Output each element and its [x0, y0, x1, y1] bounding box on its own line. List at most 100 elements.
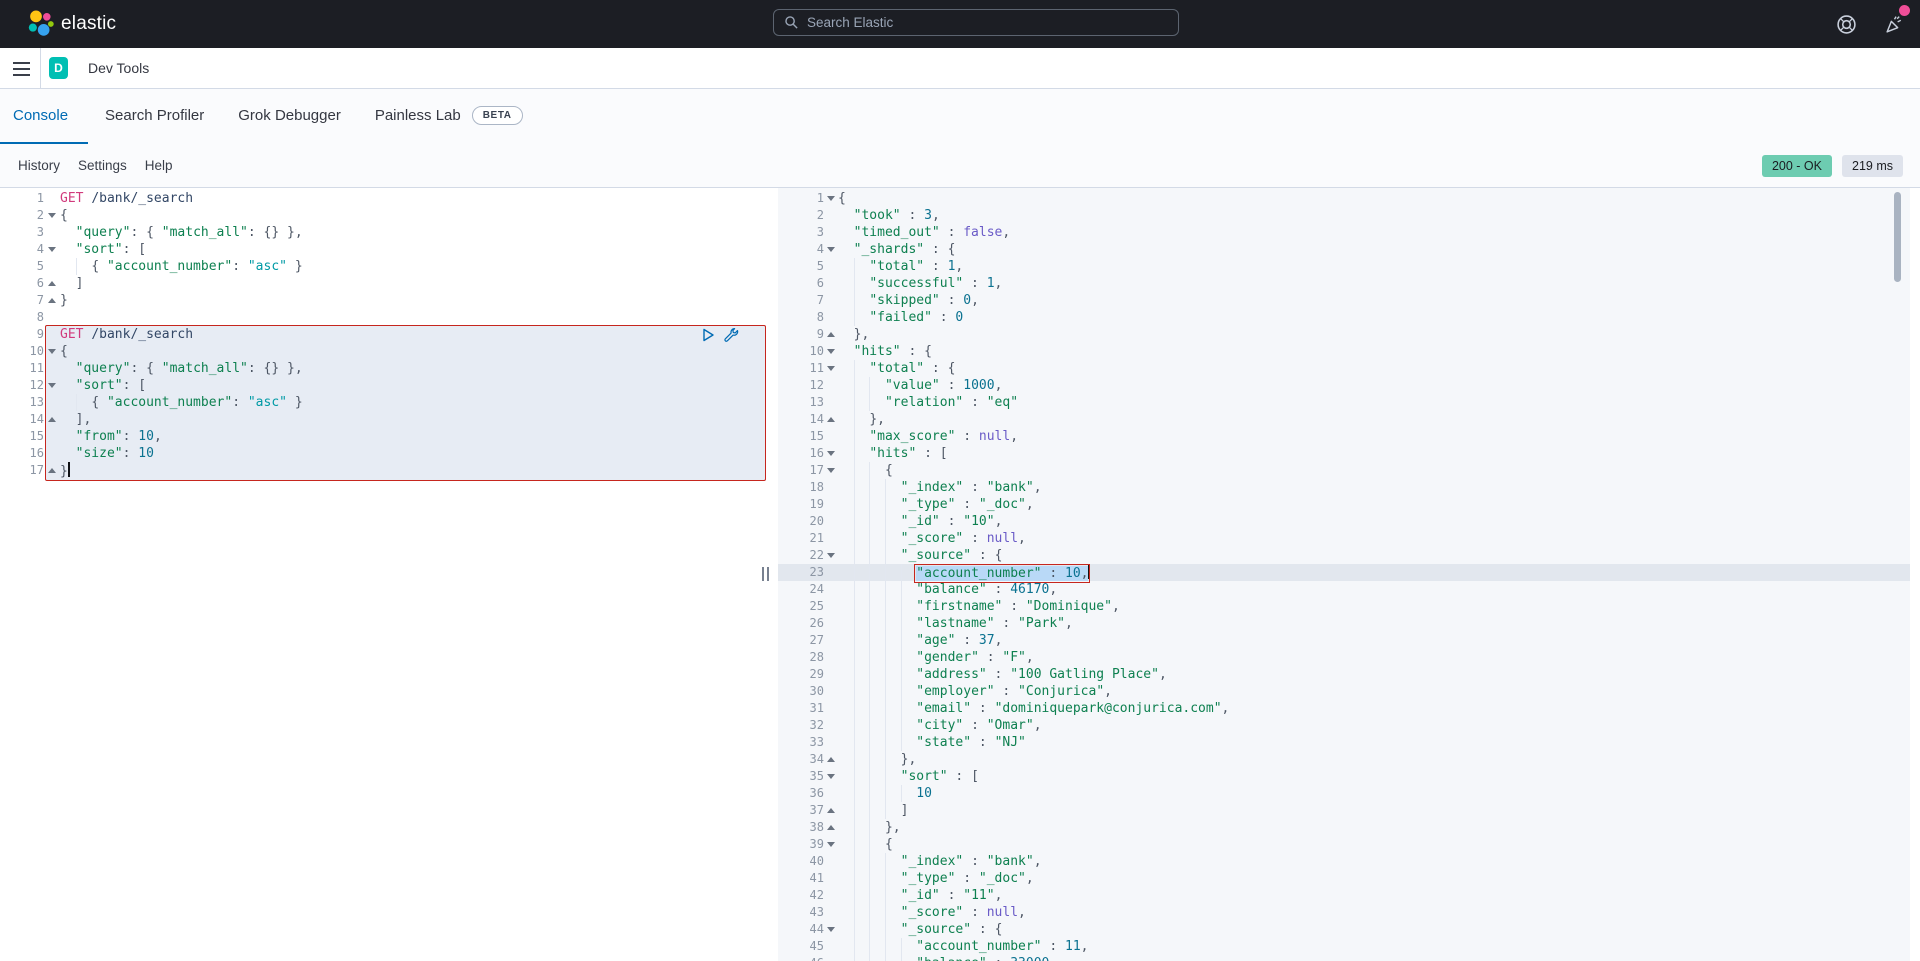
code-text[interactable]: ],: [60, 411, 770, 428]
response-code-line[interactable]: 38 },: [778, 819, 1910, 836]
fold-toggle-icon[interactable]: [48, 281, 56, 286]
response-code-line[interactable]: 2 "took" : 3,: [778, 207, 1910, 224]
response-code-line[interactable]: 13 "relation" : "eq": [778, 394, 1910, 411]
fold-toggle-icon[interactable]: [827, 417, 835, 422]
fold-toggle-icon[interactable]: [48, 298, 56, 303]
code-text[interactable]: "lastname" : "Park",: [838, 615, 1910, 632]
response-code-line[interactable]: 6 "successful" : 1,: [778, 275, 1910, 292]
fold-toggle-icon[interactable]: [827, 825, 835, 830]
menu-button[interactable]: [13, 62, 30, 76]
code-text[interactable]: "_index" : "bank",: [838, 479, 1910, 496]
request-code-line[interactable]: 2{: [0, 207, 770, 224]
fold-toggle-icon[interactable]: [827, 774, 835, 779]
fold-toggle-icon[interactable]: [827, 349, 835, 354]
code-text[interactable]: "relation" : "eq": [838, 394, 1910, 411]
fold-toggle-icon[interactable]: [827, 757, 835, 762]
code-text[interactable]: "value" : 1000,: [838, 377, 1910, 394]
request-code-line[interactable]: 14 ],: [0, 411, 770, 428]
code-text[interactable]: "query": { "match_all": {} },: [60, 224, 770, 241]
response-code-line[interactable]: 26 "lastname" : "Park",: [778, 615, 1910, 632]
request-code-line[interactable]: 12 "sort": [: [0, 377, 770, 394]
fold-toggle-icon[interactable]: [48, 468, 56, 473]
response-code-line[interactable]: 39 {: [778, 836, 1910, 853]
fold-toggle-icon[interactable]: [827, 842, 835, 847]
response-code-line[interactable]: 31 "email" : "dominiquepark@conjurica.co…: [778, 700, 1910, 717]
response-code-line[interactable]: 40 "_index" : "bank",: [778, 853, 1910, 870]
fold-toggle-icon[interactable]: [48, 213, 56, 218]
response-code-line[interactable]: 41 "_type" : "_doc",: [778, 870, 1910, 887]
request-code-line[interactable]: 6 ]: [0, 275, 770, 292]
code-text[interactable]: "_id" : "10",: [838, 513, 1910, 530]
response-code-line[interactable]: 18 "_index" : "bank",: [778, 479, 1910, 496]
code-text[interactable]: "address" : "100 Gatling Place",: [838, 666, 1910, 683]
response-code-line[interactable]: 44 "_source" : {: [778, 921, 1910, 938]
response-code-line[interactable]: 30 "employer" : "Conjurica",: [778, 683, 1910, 700]
code-text[interactable]: },: [838, 411, 1910, 428]
request-code-line[interactable]: 9GET /bank/_search: [0, 326, 770, 343]
request-code-line[interactable]: 15 "from": 10,: [0, 428, 770, 445]
response-code-line[interactable]: 20 "_id" : "10",: [778, 513, 1910, 530]
response-code-line[interactable]: 28 "gender" : "F",: [778, 649, 1910, 666]
code-text[interactable]: "email" : "dominiquepark@conjurica.com",: [838, 700, 1910, 717]
response-code-line[interactable]: 3 "timed_out" : false,: [778, 224, 1910, 241]
tab-grok-debugger[interactable]: Grok Debugger: [221, 89, 358, 144]
help-link[interactable]: Help: [145, 158, 173, 173]
response-code-line[interactable]: 46 "balance" : 33000,: [778, 955, 1910, 961]
code-text[interactable]: "took" : 3,: [838, 207, 1910, 224]
code-text[interactable]: "_score" : null,: [838, 904, 1910, 921]
app-icon-badge[interactable]: D: [49, 57, 68, 79]
newsfeed-button[interactable]: [1882, 12, 1906, 36]
code-text[interactable]: "hits" : {: [838, 343, 1910, 360]
response-code-line[interactable]: 24 "balance" : 46170,: [778, 581, 1910, 598]
response-code-line[interactable]: 34 },: [778, 751, 1910, 768]
code-text[interactable]: "timed_out" : false,: [838, 224, 1910, 241]
code-text[interactable]: "city" : "Omar",: [838, 717, 1910, 734]
code-text[interactable]: {: [838, 462, 1910, 479]
code-text[interactable]: "_source" : {: [838, 547, 1910, 564]
request-code-line[interactable]: 13 { "account_number": "asc" }: [0, 394, 770, 411]
code-text[interactable]: }: [60, 462, 770, 479]
request-code-line[interactable]: 1GET /bank/_search: [0, 190, 770, 207]
code-text[interactable]: "_id" : "11",: [838, 887, 1910, 904]
response-code-line[interactable]: 25 "firstname" : "Dominique",: [778, 598, 1910, 615]
code-text[interactable]: "successful" : 1,: [838, 275, 1910, 292]
request-code-line[interactable]: 7}: [0, 292, 770, 309]
fold-toggle-icon[interactable]: [827, 808, 835, 813]
code-text[interactable]: },: [838, 326, 1910, 343]
code-text[interactable]: },: [838, 819, 1910, 836]
response-code-line[interactable]: 29 "address" : "100 Gatling Place",: [778, 666, 1910, 683]
code-text[interactable]: {: [60, 343, 770, 360]
request-code-line[interactable]: 4 "sort": [: [0, 241, 770, 258]
code-text[interactable]: "state" : "NJ": [838, 734, 1910, 751]
code-text[interactable]: "query": { "match_all": {} },: [60, 360, 770, 377]
code-text[interactable]: "balance" : 33000,: [838, 955, 1910, 961]
code-text[interactable]: ]: [60, 275, 770, 292]
code-text[interactable]: {: [838, 190, 1910, 207]
code-text[interactable]: {: [60, 207, 770, 224]
code-text[interactable]: },: [838, 751, 1910, 768]
response-code-line[interactable]: 1{: [778, 190, 1910, 207]
code-text[interactable]: "size": 10: [60, 445, 770, 462]
fold-toggle-icon[interactable]: [827, 366, 835, 371]
code-text[interactable]: {: [838, 836, 1910, 853]
code-text[interactable]: { "account_number": "asc" }: [60, 394, 770, 411]
fold-toggle-icon[interactable]: [48, 417, 56, 422]
response-code-line[interactable]: 21 "_score" : null,: [778, 530, 1910, 547]
code-text[interactable]: "sort" : [: [838, 768, 1910, 785]
code-text[interactable]: "firstname" : "Dominique",: [838, 598, 1910, 615]
response-viewer[interactable]: 1{2 "took" : 3,3 "timed_out" : false,4 "…: [778, 188, 1910, 961]
fold-toggle-icon[interactable]: [48, 349, 56, 354]
response-code-line[interactable]: 35 "sort" : [: [778, 768, 1910, 785]
fold-toggle-icon[interactable]: [827, 553, 835, 558]
code-text[interactable]: "failed" : 0: [838, 309, 1910, 326]
code-text[interactable]: "_source" : {: [838, 921, 1910, 938]
code-text[interactable]: GET /bank/_search: [60, 190, 770, 207]
code-text[interactable]: "max_score" : null,: [838, 428, 1910, 445]
response-code-line[interactable]: 27 "age" : 37,: [778, 632, 1910, 649]
response-code-line[interactable]: 43 "_score" : null,: [778, 904, 1910, 921]
code-text[interactable]: "age" : 37,: [838, 632, 1910, 649]
code-text[interactable]: "gender" : "F",: [838, 649, 1910, 666]
request-code-line[interactable]: 17}: [0, 462, 770, 479]
request-options-button[interactable]: [723, 327, 739, 343]
fold-toggle-icon[interactable]: [827, 196, 835, 201]
